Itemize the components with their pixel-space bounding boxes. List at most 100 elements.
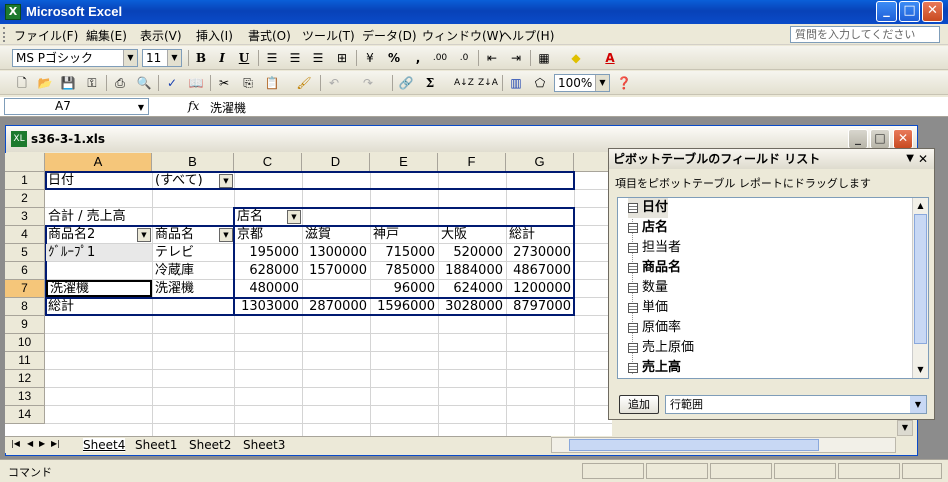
- tab-sheet3[interactable]: Sheet3: [243, 438, 285, 452]
- cell-d5[interactable]: 1300000: [303, 244, 370, 261]
- copy-icon[interactable]: ⎘: [240, 75, 256, 91]
- cell-d8[interactable]: 2870000: [303, 298, 370, 315]
- underline-button[interactable]: U: [236, 50, 252, 66]
- scroll-down-icon[interactable]: ▼: [897, 420, 913, 436]
- sort-ascending-icon[interactable]: A↓Z: [454, 75, 474, 91]
- menu-edit[interactable]: 編集(E): [86, 27, 127, 44]
- cell-b1[interactable]: (すべて): [153, 172, 219, 189]
- font-color-icon[interactable]: A: [602, 50, 618, 66]
- menu-view[interactable]: 表示(V): [140, 27, 182, 44]
- row-header-7[interactable]: 7: [5, 280, 45, 298]
- cell-e5[interactable]: 715000: [371, 244, 438, 261]
- new-file-icon[interactable]: 🗋: [14, 75, 30, 91]
- cell-d6[interactable]: 1570000: [303, 262, 370, 279]
- scroll-thumb[interactable]: [914, 214, 927, 344]
- row-header-11[interactable]: 11: [5, 352, 45, 370]
- menu-data[interactable]: データ(D): [362, 27, 417, 44]
- prev-sheet-icon[interactable]: ◀: [27, 439, 33, 448]
- menu-window[interactable]: ウィンドウ(W): [422, 27, 503, 44]
- cell-f5[interactable]: 520000: [439, 244, 506, 261]
- cell-e7[interactable]: 96000: [371, 280, 438, 297]
- field-item-quantity[interactable]: 数量: [628, 278, 668, 298]
- spreadsheet-grid[interactable]: A B C D E F G 1 2 3 4 5 6 7 8 9 10 11 12…: [5, 153, 612, 436]
- cell-c5[interactable]: 195000: [235, 244, 302, 261]
- help-icon[interactable]: ❓: [616, 75, 632, 91]
- chevron-down-icon[interactable]: ▼: [167, 50, 181, 66]
- last-sheet-icon[interactable]: ▶|: [51, 439, 60, 448]
- row-header-8[interactable]: 8: [5, 298, 45, 316]
- increase-indent-icon[interactable]: ⇥: [508, 50, 524, 66]
- align-left-icon[interactable]: ☰: [264, 50, 280, 66]
- spelling-icon[interactable]: ✓: [164, 75, 180, 91]
- field-item-unit-price[interactable]: 単価: [628, 298, 668, 318]
- cut-icon[interactable]: ✂: [216, 75, 232, 91]
- field-item-sales[interactable]: 売上高: [628, 358, 681, 378]
- menu-help[interactable]: ヘルプ(H): [500, 27, 554, 44]
- cell-g4[interactable]: 総計: [507, 226, 574, 243]
- column-header-f[interactable]: F: [438, 153, 506, 172]
- formula-input[interactable]: 洗濯機: [210, 99, 246, 116]
- borders-icon[interactable]: ▦: [536, 50, 552, 66]
- open-folder-icon[interactable]: 📂: [37, 75, 53, 91]
- tab-sheet2[interactable]: Sheet2: [189, 438, 231, 452]
- cell-a7-selected[interactable]: 洗濯機: [46, 280, 152, 297]
- cell-c7[interactable]: 480000: [235, 280, 302, 297]
- help-search-input[interactable]: 質問を入力してください: [790, 26, 940, 43]
- print-preview-icon[interactable]: 🔍: [136, 75, 152, 91]
- column-header-a[interactable]: A: [45, 153, 152, 172]
- field-item-cost-rate[interactable]: 原価率: [628, 318, 681, 338]
- row-header-1[interactable]: 1: [5, 172, 45, 190]
- align-center-icon[interactable]: ☰: [287, 50, 303, 66]
- percent-button[interactable]: %: [386, 50, 402, 66]
- cell-f4[interactable]: 大阪: [439, 226, 506, 243]
- field-item-staff[interactable]: 担当者: [628, 238, 681, 258]
- cell-a4[interactable]: 商品名2: [46, 226, 136, 243]
- field-list[interactable]: 日付 店名 担当者 商品名 数量 単価 原価率 売上原価 売上高 ▲ ▼: [617, 197, 929, 379]
- tab-sheet1[interactable]: Sheet1: [135, 438, 177, 452]
- field-item-store[interactable]: 店名: [628, 218, 668, 238]
- format-painter-icon[interactable]: 🖌: [296, 75, 312, 91]
- column-header-h[interactable]: [574, 153, 612, 172]
- cell-b5[interactable]: テレビ: [153, 244, 234, 261]
- column-header-e[interactable]: E: [370, 153, 438, 172]
- cell-a5[interactable]: ｸﾞﾙｰﾌﾟ1: [46, 244, 152, 261]
- workbook-icon[interactable]: XL: [11, 131, 27, 147]
- permission-icon[interactable]: ⚿: [84, 75, 100, 91]
- scroll-up-icon[interactable]: ▲: [913, 198, 928, 213]
- cell-g5[interactable]: 2730000: [507, 244, 574, 261]
- field-item-cost[interactable]: 売上原価: [628, 338, 694, 358]
- menu-file[interactable]: ファイル(F): [14, 27, 78, 44]
- cell-g8[interactable]: 8797000: [507, 298, 574, 315]
- cell-e6[interactable]: 785000: [371, 262, 438, 279]
- cell-b7[interactable]: 洗濯機: [153, 280, 234, 297]
- row-header-12[interactable]: 12: [5, 370, 45, 388]
- cell-a1[interactable]: 日付: [46, 172, 152, 189]
- area-select[interactable]: 行範囲 ▼: [665, 395, 927, 414]
- doc-restore-button[interactable]: □: [870, 129, 890, 149]
- row-header-13[interactable]: 13: [5, 388, 45, 406]
- undo-icon[interactable]: ↶: [326, 75, 342, 91]
- chevron-down-icon[interactable]: ▼: [910, 396, 926, 413]
- cell-f8[interactable]: 3028000: [439, 298, 506, 315]
- scroll-down-icon[interactable]: ▼: [913, 362, 928, 377]
- row-header-14[interactable]: 14: [5, 406, 45, 424]
- redo-icon[interactable]: ↷: [360, 75, 376, 91]
- merge-center-icon[interactable]: ⊞: [334, 50, 350, 66]
- doc-close-button[interactable]: ✕: [893, 129, 913, 149]
- cell-c3[interactable]: 店名: [235, 208, 285, 225]
- column-header-c[interactable]: C: [234, 153, 302, 172]
- sort-descending-icon[interactable]: Z↓A: [478, 75, 498, 91]
- font-size-select[interactable]: 11 ▼: [142, 49, 182, 67]
- add-button[interactable]: 追加: [619, 395, 659, 414]
- field-list-scrollbar[interactable]: ▲ ▼: [912, 198, 928, 378]
- save-icon[interactable]: 💾: [60, 75, 76, 91]
- chevron-down-icon[interactable]: ▼: [906, 149, 914, 169]
- autosum-button[interactable]: Σ: [422, 75, 438, 91]
- paste-icon[interactable]: 📋: [264, 75, 280, 91]
- menu-tools[interactable]: ツール(T): [302, 27, 355, 44]
- row-header-9[interactable]: 9: [5, 316, 45, 334]
- chart-wizard-icon[interactable]: ▥: [508, 75, 524, 91]
- cell-e4[interactable]: 神戸: [371, 226, 438, 243]
- chevron-down-icon[interactable]: ▼: [123, 50, 137, 66]
- close-icon[interactable]: ✕: [918, 149, 928, 169]
